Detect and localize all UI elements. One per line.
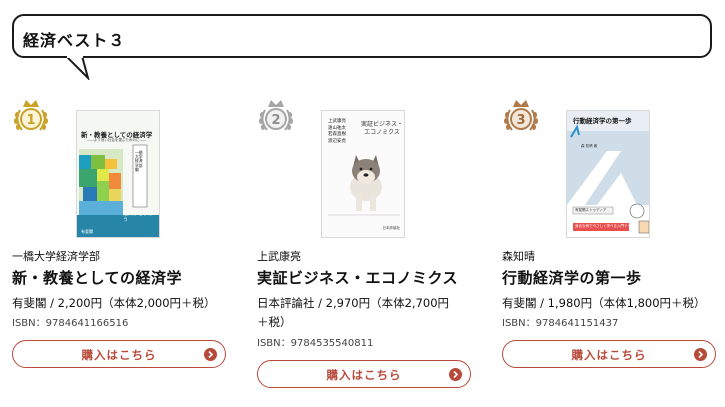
book-author: 一橋大学経済学部: [12, 250, 100, 263]
book-author: 上武康亮: [257, 250, 301, 263]
rank-medal-icon: 3: [504, 100, 538, 131]
bubble-tail: [66, 56, 90, 80]
cover-series: 有斐閣ストゥディア: [575, 208, 607, 212]
cover-vertical: 経済学を学ぼう: [123, 211, 154, 223]
book-price: 日本評論社 / 2,970円（本体2,700円＋税）: [257, 296, 450, 329]
buy-button[interactable]: 購入はこちら: [257, 360, 471, 388]
cover-editor: 一橋大学経済学部 編: [135, 150, 143, 172]
rank-medal-icon: 2: [259, 100, 293, 131]
chevron-right-icon: [204, 348, 217, 361]
cover-publisher: 有斐閣: [81, 229, 93, 234]
section-title: 経済ベスト３: [23, 31, 126, 50]
chevron-right-icon: [694, 348, 707, 361]
svg-text:2: 2: [271, 113, 280, 128]
svg-text:1: 1: [26, 113, 35, 128]
cover-title: 行動経済学の第一歩: [573, 117, 632, 125]
cover-band: 身近な例でやさしく学べる入門テキスト: [575, 224, 629, 228]
rank-medal-icon: 1: [14, 100, 48, 131]
cover-tagline: ――より良い社会を選ぶためのに――: [87, 138, 147, 142]
book-price: 有斐閣 / 1,980円（本体1,800円＋税）: [502, 296, 706, 310]
book-isbn: ISBN：9784535540811: [257, 338, 374, 349]
book-isbn: ISBN：9784641166516: [12, 318, 129, 329]
buy-button-label: 購入はこちら: [81, 348, 157, 362]
svg-text:3: 3: [516, 113, 525, 128]
book-cover-3[interactable]: 行動経済学の第一歩 森 知晴 著 有斐閣ストゥディア 身近な例でやさしく学べる入…: [566, 110, 650, 238]
book-cover-1[interactable]: 新・教養としての経済学 ――より良い社会を選ぶためのに―― 一橋大学経済学部 編…: [76, 110, 160, 238]
cover-authors: 上武康亮 遠山祐太 若森直樹 渡辺安虎: [328, 119, 346, 144]
buy-button-label: 購入はこちら: [326, 368, 402, 382]
book-title: 実証ビジネス・エコノミクス: [257, 269, 459, 287]
cover-publisher: 日本評論社: [382, 226, 401, 230]
book-title: 行動経済学の第一歩: [502, 269, 642, 287]
book-isbn: ISBN：9784641151437: [502, 318, 619, 329]
buy-button[interactable]: 購入はこちら: [12, 340, 226, 368]
book-author: 森知晴: [502, 250, 535, 263]
section-header-bubble: 経済ベスト３: [12, 14, 712, 58]
cover-title: 実証ビジネス・エコノミクス: [360, 121, 403, 136]
buy-button[interactable]: 購入はこちら: [502, 340, 716, 368]
buy-button-label: 購入はこちら: [571, 348, 647, 362]
book-price: 有斐閣 / 2,200円（本体2,000円＋税）: [12, 296, 216, 310]
cover-author: 森 知晴 著: [581, 144, 598, 148]
chevron-right-icon: [449, 368, 462, 381]
book-cover-2[interactable]: 上武康亮 遠山祐太 若森直樹 渡辺安虎 実証ビジネス・エコノミクス 日本評論社: [321, 110, 405, 238]
book-title: 新・教養としての経済学: [12, 269, 183, 287]
